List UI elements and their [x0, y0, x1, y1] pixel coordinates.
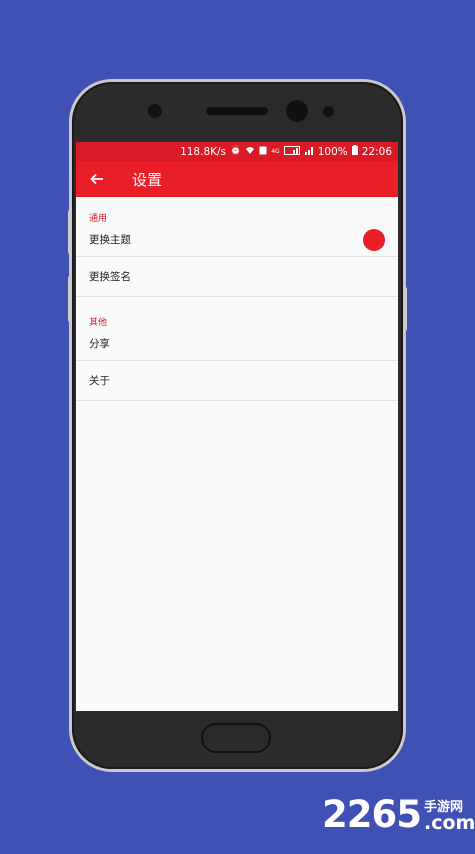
about-label: 关于	[89, 375, 110, 387]
arrow-left-icon	[90, 170, 104, 189]
wifi-icon	[245, 146, 255, 158]
share-label: 分享	[89, 338, 110, 350]
page-title: 设置	[132, 170, 163, 189]
earpiece-speaker	[206, 107, 268, 115]
section-header-general: 通用	[89, 214, 108, 224]
watermark-com: .com	[423, 812, 475, 834]
watermark-number: 2265	[322, 793, 422, 836]
change-signature-label: 更换签名	[89, 271, 131, 283]
back-button[interactable]	[90, 170, 110, 188]
theme-color-swatch[interactable]	[363, 228, 385, 251]
sim-icon	[259, 146, 267, 158]
battery-percent: 100%	[317, 145, 348, 158]
change-theme-label: 更换主题	[89, 234, 131, 246]
network-type: 4G	[271, 147, 280, 155]
phone-frame: 118.8K/s ⏰ 4G 100% 22:06 设置 通用 更换主题 更换签名…	[72, 82, 403, 769]
alarm-icon: ⏰	[230, 146, 242, 156]
network-speed: 118.8K/s	[180, 145, 227, 158]
proximity-sensor	[323, 106, 334, 117]
change-theme-item[interactable]: 更换主题	[76, 223, 398, 257]
status-bar: 118.8K/s ⏰ 4G 100% 22:06	[76, 142, 398, 161]
screen: 118.8K/s ⏰ 4G 100% 22:06 设置 通用 更换主题 更换签名…	[76, 142, 398, 711]
sensor	[148, 104, 162, 118]
share-item[interactable]: 分享	[76, 327, 398, 361]
watermark-logo: 2265 手游网 .com	[322, 796, 475, 833]
clock: 22:06	[361, 145, 392, 158]
battery-icon	[351, 145, 358, 158]
signal-icon	[304, 146, 314, 158]
section-header-other: 其他	[89, 318, 108, 328]
front-camera	[286, 100, 308, 122]
app-bar: 设置	[76, 161, 398, 197]
about-item[interactable]: 关于	[76, 361, 398, 401]
hd-signal-icon	[283, 145, 300, 158]
change-signature-item[interactable]: 更换签名	[76, 257, 398, 297]
home-button	[201, 723, 271, 753]
